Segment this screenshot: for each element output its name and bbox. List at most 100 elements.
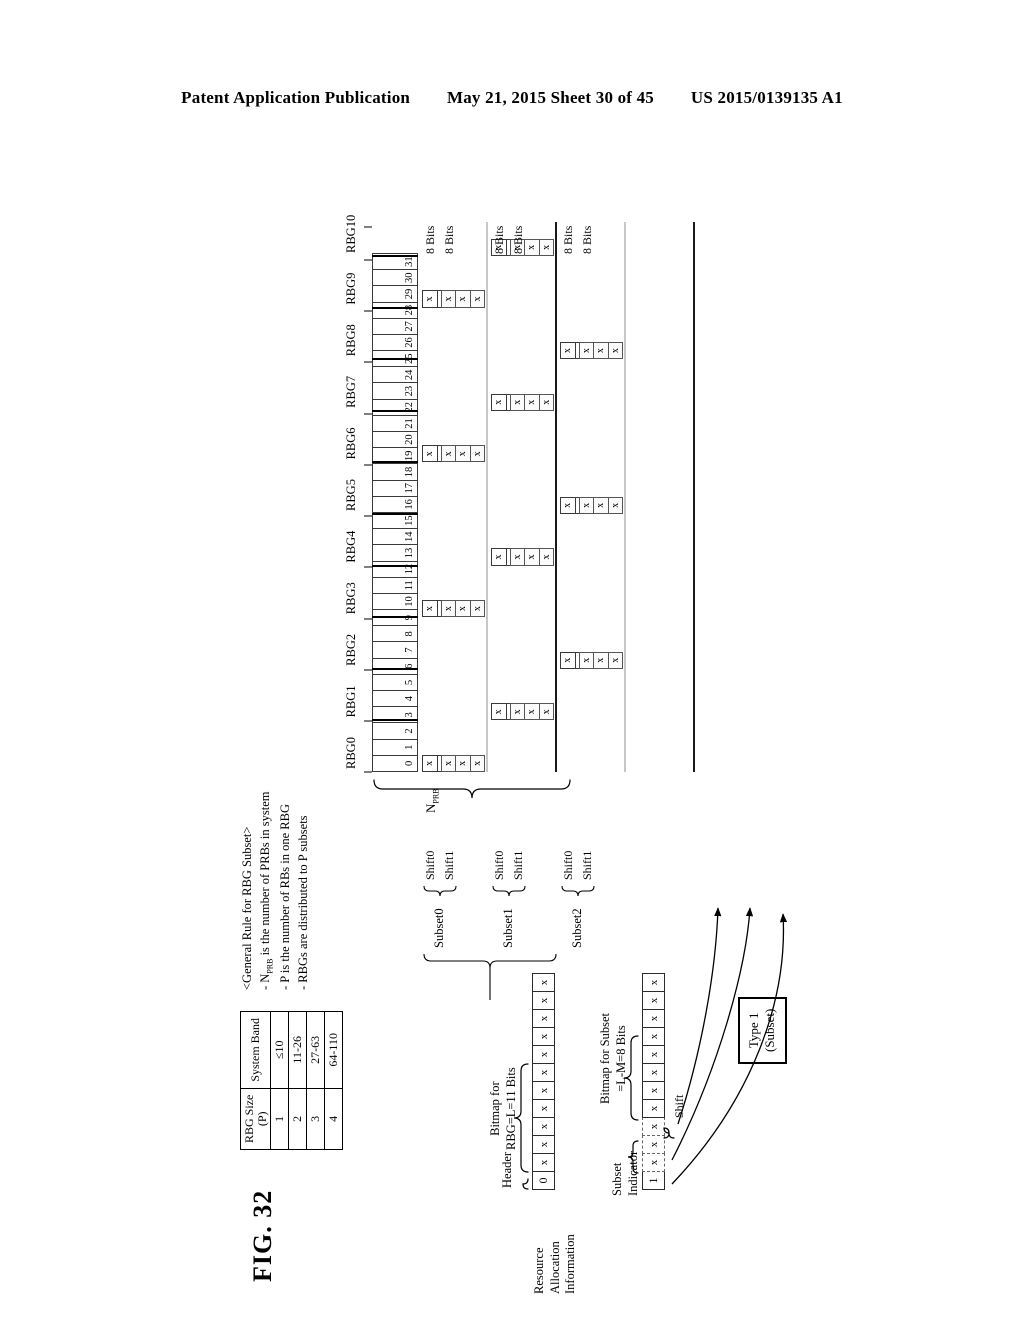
subset-bitmap-bit: x	[642, 1045, 665, 1064]
subset-bitmap-cell: x	[538, 703, 554, 721]
subset-bitmap-cell: x	[455, 754, 471, 772]
prb-cell: 11	[372, 576, 418, 594]
cell-p: 3	[306, 1088, 325, 1150]
resource-allocation-title-line2: Allocation	[547, 1241, 562, 1294]
subset-bitmap-cell: x	[607, 651, 623, 669]
type1-subset-box: Type 1 (Subset)	[738, 996, 787, 1064]
header-bit-row1: 0	[532, 1171, 555, 1190]
resource-allocation-title-line3: Information	[563, 1234, 578, 1294]
rbg-label-8: RBG8	[344, 324, 358, 357]
subset-bitmap-bit: x	[642, 991, 665, 1010]
bitmap-label-row1-line1: Bitmap for	[488, 1081, 502, 1136]
subset-bitmap-block: xxx	[509, 393, 554, 411]
general-rule-block: <General Rule for RBG Subset> - NPRB is …	[238, 792, 312, 990]
shift-bit: x	[642, 1117, 665, 1136]
subset-bitmap-cell: x	[524, 393, 540, 411]
rbg-separator	[372, 461, 418, 464]
general-rule-line-2: - P is the number of RBs in one RBG	[278, 804, 293, 990]
header-label-row1: Header	[500, 1151, 514, 1188]
subset-bitmap-bit: x	[642, 1099, 665, 1118]
subset-bitmap-cell: x	[455, 445, 471, 463]
subset-bitmap-cell: x	[469, 754, 485, 772]
subset-indicator-label-line1: Subset	[610, 1162, 624, 1196]
prb-cell: 18	[372, 463, 418, 481]
shift-label-0-1: Shift1	[441, 850, 456, 880]
subset-bitmap-cell: x	[593, 496, 609, 514]
rbg-size-table: RBG Size (P) System Band 1 ≤10 2 11-26 3…	[240, 1010, 344, 1150]
subset-bitmap-cell: x	[524, 238, 540, 256]
subset-bitmap-cell: x	[422, 600, 438, 618]
subset-bitmap-cell: x	[524, 548, 540, 566]
prb-cell: 29	[372, 285, 418, 303]
subset-bitmap-cell: x	[455, 600, 471, 618]
prb-cell: 14	[372, 528, 418, 546]
subset-bitmap-cell: x	[524, 703, 540, 721]
publication-label: Patent Application Publication	[181, 88, 411, 107]
subset-bitmap-cell: x	[538, 548, 554, 566]
prb-cell: 4	[372, 690, 418, 708]
rbg-separator	[372, 306, 418, 309]
bitmap-label-row1-line2: RBG=L=11 Bits	[503, 1067, 518, 1150]
prb-cell: 6	[372, 657, 418, 675]
nprb-symbol: N	[423, 803, 438, 813]
general-rule-line-1-pre: - N	[258, 973, 273, 990]
bitmap-subset-label-line1: Bitmap for Subset	[598, 1013, 612, 1104]
rbg-separator	[372, 719, 418, 722]
subset-bitmap-block: xxx	[578, 342, 623, 360]
subset-indicator-label: Subset Indicator	[610, 1151, 641, 1196]
subset-bitmap-cell: x	[440, 445, 456, 463]
subset-bitmap-cell: x	[491, 393, 507, 411]
subset-bitmap-block: xxx	[440, 754, 485, 772]
brace-row1-header	[522, 1178, 529, 1190]
subset-bitmap-cell: x	[469, 600, 485, 618]
subset-bitmap-bit: x	[642, 1009, 665, 1028]
npre-subscript: PRB	[265, 958, 275, 974]
prb-cell: 16	[372, 495, 418, 513]
subset-bitmap-block: xxx	[440, 445, 485, 463]
prb-cell: 1	[372, 738, 418, 756]
table-header-row: RBG Size (P) System Band	[240, 1011, 271, 1150]
cell-band: ≤10	[270, 1011, 289, 1089]
rbg-label-4: RBG4	[344, 530, 358, 563]
subset-bitmap-block: xxx	[578, 651, 623, 669]
table-header-rbg-size-line1: RBG Size	[242, 1094, 256, 1143]
bits-count-label-0: 8 Bits	[423, 225, 437, 254]
brace-nprb	[373, 779, 571, 799]
subset-bitmap-cell: x	[560, 651, 576, 669]
rbg-separator	[372, 564, 418, 567]
subset-bitmap-cell: x	[538, 393, 554, 411]
rbg-separator	[372, 513, 418, 515]
subset-label-2: Subset2	[570, 908, 584, 948]
bitmap-row-1: 0 x x x x x x x x x x x	[532, 973, 555, 1190]
rbg-label-1: RBG1	[344, 685, 358, 718]
prb-cell: 26	[372, 333, 418, 352]
rbg-separator	[372, 667, 418, 670]
brace-subset-0	[423, 885, 457, 897]
subset-bitmap-cell: x	[509, 548, 525, 566]
table-header-rbg-size: RBG Size (P)	[240, 1088, 271, 1150]
subset-indicator-bit: x	[642, 1135, 665, 1154]
cell-p: 4	[324, 1088, 343, 1150]
bits-count-label-5: 8 Bits	[579, 225, 594, 254]
cell-p: 1	[270, 1088, 289, 1150]
bits-count-label-1: 8 Bits	[441, 225, 456, 254]
rbg-tick-marks	[364, 226, 372, 773]
prb-cell: 23	[372, 382, 418, 400]
table-header-system-band: System Band	[240, 1011, 271, 1089]
bitmap-bit: x	[532, 973, 555, 992]
subset-indicator-label-line2: Indicator	[625, 1150, 640, 1196]
rbg-separator	[372, 255, 418, 257]
prb-cell: 2	[372, 722, 418, 740]
bitmap-bit: x	[532, 1135, 555, 1154]
table-row: 2 11-26	[288, 1011, 307, 1150]
subset-bitmap-bit: x	[642, 1081, 665, 1100]
subset-bitmap-cell: x	[607, 496, 623, 514]
subset-bitmap-cell: x	[593, 651, 609, 669]
subset-bitmap-cell: x	[509, 703, 525, 721]
prb-cell: 5	[372, 673, 418, 692]
shift-label-0-0: Shift0	[423, 850, 437, 880]
subset-bitmap-cell: x	[440, 754, 456, 772]
rbg-label-10: RBG10	[344, 214, 358, 253]
bits-count-label-4: 8 Bits	[561, 225, 575, 254]
shift-label-2-0: Shift0	[561, 850, 575, 880]
